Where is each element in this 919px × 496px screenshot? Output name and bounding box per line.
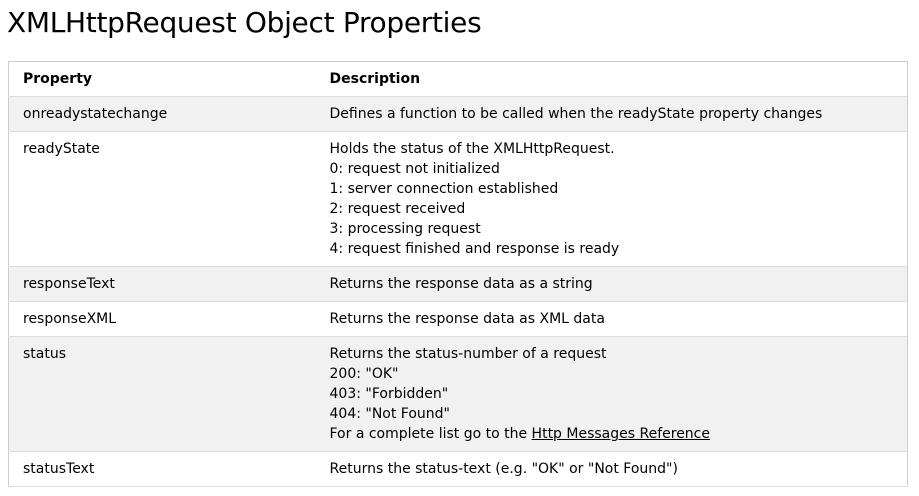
property-description: Returns the response data as a string bbox=[315, 266, 908, 302]
description-line: 1: server connection established bbox=[329, 181, 559, 197]
page-title: XMLHttpRequest Object Properties bbox=[7, 6, 482, 39]
property-description: Returns the status-text (e.g. "OK" or "N… bbox=[315, 451, 908, 487]
description-line: 0: request not initialized bbox=[329, 161, 500, 177]
table-header-row: Property Description bbox=[8, 61, 908, 97]
table-row: responseText Returns the response data a… bbox=[8, 266, 908, 302]
property-name: statusText bbox=[8, 451, 316, 487]
property-description: Holds the status of the XMLHttpRequest. … bbox=[315, 131, 908, 267]
property-name: status bbox=[8, 336, 316, 452]
table-row: statusText Returns the status-text (e.g.… bbox=[8, 451, 908, 487]
description-line: 2: request received bbox=[329, 201, 466, 217]
property-name: onreadystatechange bbox=[8, 96, 316, 132]
description-line: Returns the status-text (e.g. "OK" or "N… bbox=[329, 461, 678, 477]
description-line: 200: "OK" bbox=[329, 366, 399, 382]
table-row: responseXML Returns the response data as… bbox=[8, 301, 908, 337]
description-line: 3: processing request bbox=[329, 221, 481, 237]
http-messages-reference-link[interactable]: Http Messages Reference bbox=[532, 426, 710, 442]
table-row: readyState Holds the status of the XMLHt… bbox=[8, 131, 908, 267]
table-header: Property Description bbox=[8, 61, 908, 97]
property-name: responseXML bbox=[8, 301, 316, 337]
description-line: Returns the response data as a string bbox=[329, 276, 593, 292]
reference-prefix: For a complete list go to the bbox=[329, 426, 532, 442]
property-name: readyState bbox=[8, 131, 316, 267]
property-description: Returns the status-number of a request 2… bbox=[315, 336, 908, 452]
property-description: Returns the response data as XML data bbox=[315, 301, 908, 337]
column-header-property: Property bbox=[8, 61, 316, 97]
description-line: 403: "Forbidden" bbox=[329, 386, 449, 402]
table-row: onreadystatechange Defines a function to… bbox=[8, 96, 908, 132]
column-header-description: Description bbox=[315, 61, 908, 97]
properties-table: Property Description onreadystatechange … bbox=[8, 61, 908, 487]
description-line: 4: request finished and response is read… bbox=[329, 241, 620, 257]
property-description: Defines a function to be called when the… bbox=[315, 96, 908, 132]
table-body: onreadystatechange Defines a function to… bbox=[8, 96, 908, 487]
description-line: Holds the status of the XMLHttpRequest. bbox=[329, 141, 615, 157]
table-row: status Returns the status-number of a re… bbox=[8, 336, 908, 452]
description-line: Returns the response data as XML data bbox=[329, 311, 605, 327]
reference-line: For a complete list go to the Http Messa… bbox=[330, 424, 898, 444]
description-line: Defines a function to be called when the… bbox=[329, 106, 823, 122]
description-line: 404: "Not Found" bbox=[329, 406, 451, 422]
description-line: Returns the status-number of a request bbox=[329, 346, 607, 362]
property-name: responseText bbox=[8, 266, 316, 302]
